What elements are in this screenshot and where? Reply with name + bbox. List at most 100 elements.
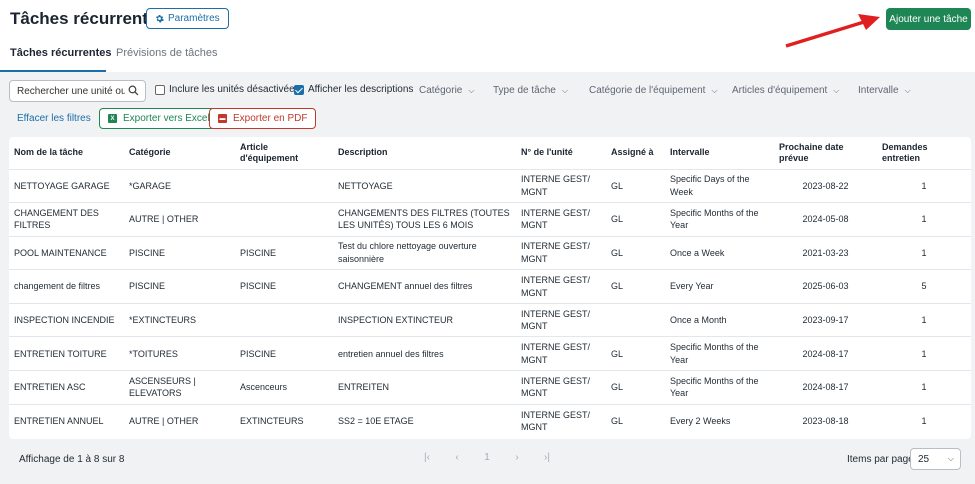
- next-page-icon[interactable]: ›: [502, 452, 532, 466]
- cell-maintenance-requests: 1: [877, 370, 971, 405]
- cell-interval: Specific Months of the Year: [665, 336, 774, 372]
- table-row[interactable]: POOL MAINTENANCE PISCINE PISCINE Test du ch…: [9, 236, 971, 271]
- export-excel-button[interactable]: X Exporter vers Excel: [99, 108, 219, 129]
- current-page[interactable]: 1: [472, 452, 502, 466]
- table-row[interactable]: ENTRETIEN ANNUEL AUTRE | OTHER EXTINCTEURS…: [9, 404, 971, 438]
- equipment-articles-dropdown-label: Articles d'équipement: [732, 85, 828, 96]
- cell-task-name: ENTRETIEN ASC: [9, 370, 124, 405]
- category-dropdown[interactable]: Catégorie ⌵: [419, 85, 474, 96]
- cell-next-date: 2025-06-03: [774, 269, 877, 304]
- first-page-icon[interactable]: |‹: [412, 452, 442, 466]
- tab-task-forecasts[interactable]: Prévisions de tâches: [116, 47, 218, 59]
- cell-assigned-to: GL: [606, 269, 665, 304]
- column-header-maintenance-requests[interactable]: Demandes entretien: [877, 137, 971, 170]
- task-type-dropdown[interactable]: Type de tâche ⌵: [493, 85, 568, 96]
- table-row[interactable]: NETTOYAGE GARAGE *GARAGE NETTOYAGE INTERNE …: [9, 169, 971, 204]
- cell-maintenance-requests: 1: [877, 169, 971, 204]
- excel-icon: X: [108, 114, 117, 123]
- tab-recurring-tasks[interactable]: Tâches récurrentes: [10, 47, 112, 59]
- equipment-articles-dropdown[interactable]: Articles d'équipement ⌵: [732, 85, 839, 96]
- cell-maintenance-requests: 1: [877, 236, 971, 271]
- show-descriptions-checkbox[interactable]: Afficher les descriptions: [294, 84, 413, 95]
- tasks-table: Nom de la tâche Catégorie Article d'équi…: [9, 137, 971, 439]
- cell-task-name: NETTOYAGE GARAGE: [9, 169, 124, 204]
- export-excel-label: Exporter vers Excel: [123, 113, 210, 124]
- chevron-down-icon: ⌵: [947, 454, 954, 463]
- cell-description: CHANGEMENT annuel des filtres: [333, 269, 516, 304]
- table-row[interactable]: changement de filtres PISCINE PISCINE CHANG…: [9, 269, 971, 304]
- search-icon: [128, 85, 139, 96]
- cell-unit-number: INTERNE GEST/ MGNT: [516, 236, 606, 271]
- column-header-task-name[interactable]: Nom de la tâche: [9, 137, 124, 170]
- cell-unit-number: INTERNE GEST/ MGNT: [516, 336, 606, 372]
- cell-next-date: 2021-03-23: [774, 236, 877, 271]
- table-row[interactable]: ENTRETIEN ASC ASCENSEURS | ELEVATORS Ascen…: [9, 370, 971, 405]
- column-header-assigned-to[interactable]: Assigné à: [606, 137, 665, 170]
- cell-interval: Once a Week: [665, 236, 774, 271]
- gear-icon: [155, 15, 164, 23]
- cell-category: PISCINE: [124, 236, 235, 271]
- filter-bar: Inclure les unités désactivées Afficher …: [0, 72, 975, 132]
- column-header-category[interactable]: Catégorie: [124, 137, 235, 170]
- table-header-row: Nom de la tâche Catégorie Article d'équi…: [9, 137, 971, 170]
- pdf-icon: ▬: [218, 114, 227, 123]
- export-pdf-button[interactable]: ▬ Exporter en PDF: [209, 108, 317, 129]
- show-descriptions-label: Afficher les descriptions: [308, 84, 414, 95]
- cell-maintenance-requests: 1: [921, 415, 927, 426]
- cell-category: PISCINE: [124, 269, 235, 304]
- cell-equipment-article: Ascenceurs: [235, 370, 333, 405]
- cell-equipment-article: PISCINE: [235, 269, 333, 304]
- column-header-next-date[interactable]: Prochaine date prévue: [774, 137, 877, 170]
- items-per-page-value: 25: [918, 453, 930, 465]
- add-task-button[interactable]: Ajouter une tâche: [886, 8, 971, 30]
- column-header-equipment-article[interactable]: Article d'équipement: [235, 137, 333, 170]
- cell-interval: Once a Month: [665, 303, 774, 338]
- table-row[interactable]: ENTRETIEN TOITURE *TOITURES PISCINE entreti…: [9, 336, 971, 372]
- table-row[interactable]: CHANGEMENT DES FILTRES AUTRE | OTHER CHANG…: [9, 202, 971, 237]
- cell-assigned-to: GL: [606, 370, 665, 405]
- settings-button[interactable]: Paramètres: [146, 8, 229, 29]
- cell-maintenance-requests: 1: [877, 303, 971, 338]
- cell-next-date: 2023-09-17: [774, 303, 877, 338]
- cell-assigned-to: GL: [606, 336, 665, 372]
- column-header-interval[interactable]: Intervalle: [665, 137, 774, 170]
- cell-maintenance-requests: 1: [877, 202, 971, 237]
- table-footer: Affichage de 1 à 8 sur 8 |‹ ‹ 1 › ›| Ite…: [0, 442, 975, 484]
- cell-assigned-to: GL: [606, 202, 665, 237]
- cell-description: NETTOYAGE: [333, 169, 516, 204]
- category-dropdown-label: Catégorie: [419, 85, 463, 96]
- cell-maintenance-requests: 5: [877, 269, 971, 304]
- last-page-icon[interactable]: ›|: [532, 452, 562, 466]
- pagination-info: Affichage de 1 à 8 sur 8: [19, 454, 125, 465]
- search-input[interactable]: [17, 85, 125, 97]
- items-per-page-label: Items par page: [847, 454, 914, 465]
- cell-assigned-to: GL: [606, 236, 665, 271]
- chevron-down-icon: ⌵: [561, 85, 568, 95]
- cell-next-date: 2023-08-22: [774, 169, 877, 204]
- equipment-category-dropdown[interactable]: Catégorie de l'équipement ⌵: [589, 85, 718, 96]
- cell-description: SS2 = 10E ETAGE: [338, 415, 414, 426]
- interval-dropdown-label: Intervalle: [858, 85, 899, 96]
- column-header-unit-number[interactable]: N° de l'unité: [516, 137, 606, 170]
- page-header: Tâches récurrentes Paramètres Ajouter un…: [0, 0, 975, 72]
- include-inactive-checkbox[interactable]: Inclure les unités désactivées: [155, 84, 300, 95]
- cell-task-name: ENTRETIEN ANNUEL: [14, 415, 104, 426]
- cell-description: CHANGEMENTS DES FILTRES (TOUTES LES UNIT…: [333, 202, 516, 237]
- equipment-category-dropdown-label: Catégorie de l'équipement: [589, 85, 706, 96]
- cell-description: Test du chlore nettoyage ouverture saiso…: [333, 236, 516, 271]
- table-row[interactable]: INSPECTION INCENDIE *EXTINCTEURS INSPECTIO…: [9, 303, 971, 338]
- column-header-description[interactable]: Description: [333, 137, 516, 170]
- cell-next-date: 2024-08-17: [774, 336, 877, 372]
- cell-unit-number: INTERNE GEST/ MGNT: [516, 370, 606, 405]
- cell-description: ENTREITEN: [333, 370, 516, 405]
- cell-equipment-article: [235, 303, 333, 338]
- clear-filters-link[interactable]: Effacer les filtres: [17, 113, 91, 124]
- cell-description: entretien annuel des filtres: [333, 336, 516, 372]
- previous-page-icon[interactable]: ‹: [442, 452, 472, 466]
- cell-unit-number: INTERNE GEST/ MGNT: [516, 303, 606, 338]
- include-inactive-label: Inclure les unités désactivées: [169, 84, 300, 95]
- cell-equipment-article: PISCINE: [235, 336, 333, 372]
- items-per-page-select[interactable]: 25 ⌵: [910, 448, 961, 470]
- checkbox-checked: [294, 84, 304, 95]
- interval-dropdown[interactable]: Intervalle ⌵: [858, 85, 911, 96]
